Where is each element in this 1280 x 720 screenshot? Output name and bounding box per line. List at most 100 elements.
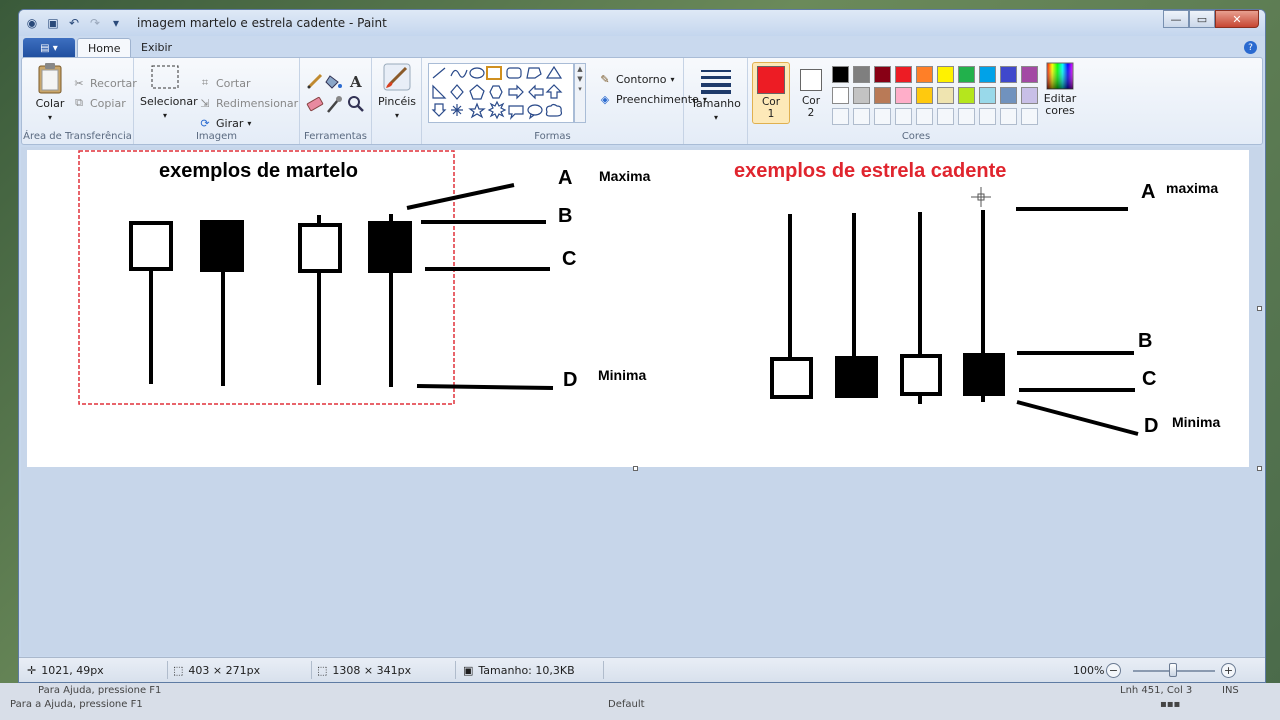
eraser-icon [306, 96, 324, 112]
palette-empty-slot[interactable] [832, 108, 849, 125]
tab-view[interactable]: Exibir [131, 38, 182, 58]
chevron-down-icon: ▾ [162, 111, 167, 120]
palette-empty-slot[interactable] [895, 108, 912, 125]
palette-empty-slot[interactable] [1000, 108, 1017, 125]
chevron-down-icon: ▾ [394, 111, 399, 120]
color1-swatch [757, 66, 785, 94]
palette-color[interactable] [1021, 66, 1038, 83]
palette-empty-slot[interactable] [916, 108, 933, 125]
crop-button[interactable]: ⌗ Cortar [198, 76, 251, 90]
canvas-area[interactable]: exemplos de martelo A Maxima B C D Minim… [21, 147, 1263, 656]
pencil-icon [307, 73, 323, 89]
tab-home[interactable]: Home [77, 38, 132, 58]
paste-button[interactable]: Colar ▾ [28, 62, 72, 123]
palette-color[interactable] [916, 87, 933, 104]
colors-group-label: Cores [901, 131, 931, 142]
palette-color[interactable] [916, 66, 933, 83]
palette-empty-slot[interactable] [853, 108, 870, 125]
palette-empty-slot[interactable] [874, 108, 891, 125]
zoom-out-button[interactable]: − [1106, 663, 1121, 678]
palette-color[interactable] [832, 87, 849, 104]
star-title: exemplos de estrela cadente [734, 160, 1006, 182]
palette-color[interactable] [853, 66, 870, 83]
palette-color[interactable] [895, 87, 912, 104]
outline-button[interactable]: ✎ Contorno ▾ [598, 72, 674, 86]
size-label: Tamanho [691, 97, 741, 110]
hammer-candle-2-body [200, 220, 244, 272]
star-pointer-d [1016, 400, 1139, 436]
resize-label: Redimensionar [216, 96, 299, 110]
hammer-label-d: D [563, 369, 577, 391]
bg-help-text: Para Ajuda, pressione F1 [38, 685, 162, 696]
cursor-position-icon: ✛ [27, 664, 37, 677]
palette-color[interactable] [979, 87, 996, 104]
canvas-resize-handle-bottom[interactable] [633, 466, 638, 471]
cut-button[interactable]: ✂ Recortar [72, 76, 136, 90]
color1-button[interactable]: Cor 1 [752, 62, 790, 124]
palette-empty-slot[interactable] [937, 108, 954, 125]
file-menu-button[interactable]: ▤ ▾ [23, 38, 75, 58]
resize-button[interactable]: ⇲ Redimensionar [198, 96, 298, 110]
bg-position-text: Lnh 451, Col 3 [1120, 685, 1193, 696]
minimize-button[interactable]: — [1163, 10, 1189, 28]
save-icon[interactable]: ▣ [44, 14, 62, 32]
undo-icon[interactable]: ↶ [65, 14, 83, 32]
chevron-down-icon: ▾ [713, 113, 718, 122]
star-label-a: A [1141, 181, 1155, 203]
ribbon-tabs: ▤ ▾ Home Exibir ? [19, 36, 1265, 58]
customize-qat-icon[interactable]: ▾ [107, 14, 125, 32]
tools-grid: A [306, 73, 364, 113]
palette-color[interactable] [958, 66, 975, 83]
color-picker-icon [327, 96, 342, 113]
window-title: imagem martelo e estrela cadente - Paint [137, 16, 387, 30]
color2-button[interactable]: Cor 2 [792, 62, 830, 124]
palette-empty-slot[interactable] [1021, 108, 1038, 125]
group-brushes: Pincéis ▾ [372, 58, 422, 144]
select-button[interactable]: Selecionar ▾ [140, 62, 198, 121]
rotate-label: Girar [216, 116, 244, 130]
palette-color[interactable] [937, 87, 954, 104]
status-bar: ✛ 1021, 49px ⬚ 403 × 271px ⬚ 1308 × 341p… [19, 657, 1265, 682]
drawing-svg: exemplos de martelo A Maxima B C D Minim… [78, 150, 1220, 437]
palette-color[interactable] [1000, 66, 1017, 83]
brushes-label: Pincéis [377, 95, 417, 108]
palette-color[interactable] [832, 66, 849, 83]
palette-color[interactable] [958, 87, 975, 104]
palette-color[interactable] [979, 66, 996, 83]
palette-color[interactable] [1000, 87, 1017, 104]
shapes-gallery[interactable] [428, 63, 574, 123]
palette-color[interactable] [937, 66, 954, 83]
group-clipboard: Colar ▾ ✂ Recortar ⧉ Copiar Área de Tran… [22, 58, 137, 144]
close-button[interactable]: ✕ [1215, 10, 1259, 28]
zoom-slider-thumb[interactable] [1169, 663, 1177, 677]
canvas-resize-handle-corner[interactable] [1257, 466, 1262, 471]
maximize-button[interactable]: ▭ [1189, 10, 1215, 28]
copy-button[interactable]: ⧉ Copiar [72, 96, 126, 110]
rotate-button[interactable]: ⟳ Girar ▾ [198, 116, 251, 130]
palette-color[interactable] [1021, 87, 1038, 104]
edit-colors-button[interactable]: Editar cores [1038, 62, 1082, 117]
palette-empty-slot[interactable] [958, 108, 975, 125]
brushes-button[interactable]: Pincéis ▾ [374, 62, 420, 121]
shapes-gallery-scroll[interactable]: ▲ ▼ ▾ [574, 63, 586, 123]
bg-default-text: Default [608, 699, 645, 710]
canvas-resize-handle-right[interactable] [1257, 306, 1262, 311]
canvas-size-icon: ⬚ [317, 664, 328, 677]
zoom-in-button[interactable]: + [1221, 663, 1236, 678]
palette-color[interactable] [874, 87, 891, 104]
palette-color[interactable] [853, 87, 870, 104]
file-size: ▣ Tamanho: 10,3KB [463, 664, 575, 677]
paint-window: ◉ ▣ ↶ ↷ ▾ imagem martelo e estrela caden… [18, 9, 1266, 683]
palette-color[interactable] [874, 66, 891, 83]
paint-app-icon[interactable]: ◉ [23, 14, 41, 32]
help-icon[interactable]: ? [1244, 41, 1257, 54]
color-spectrum-icon [1046, 62, 1074, 90]
color-palette [832, 58, 1042, 128]
size-button[interactable]: Tamanho ▾ [688, 68, 744, 123]
palette-empty-slot[interactable] [979, 108, 996, 125]
palette-color[interactable] [895, 66, 912, 83]
hammer-label-b: B [558, 205, 572, 227]
redo-icon[interactable]: ↷ [86, 14, 104, 32]
hammer-label-d-text: Minima [598, 367, 646, 383]
drawing-canvas[interactable]: exemplos de martelo A Maxima B C D Minim… [27, 150, 1249, 467]
